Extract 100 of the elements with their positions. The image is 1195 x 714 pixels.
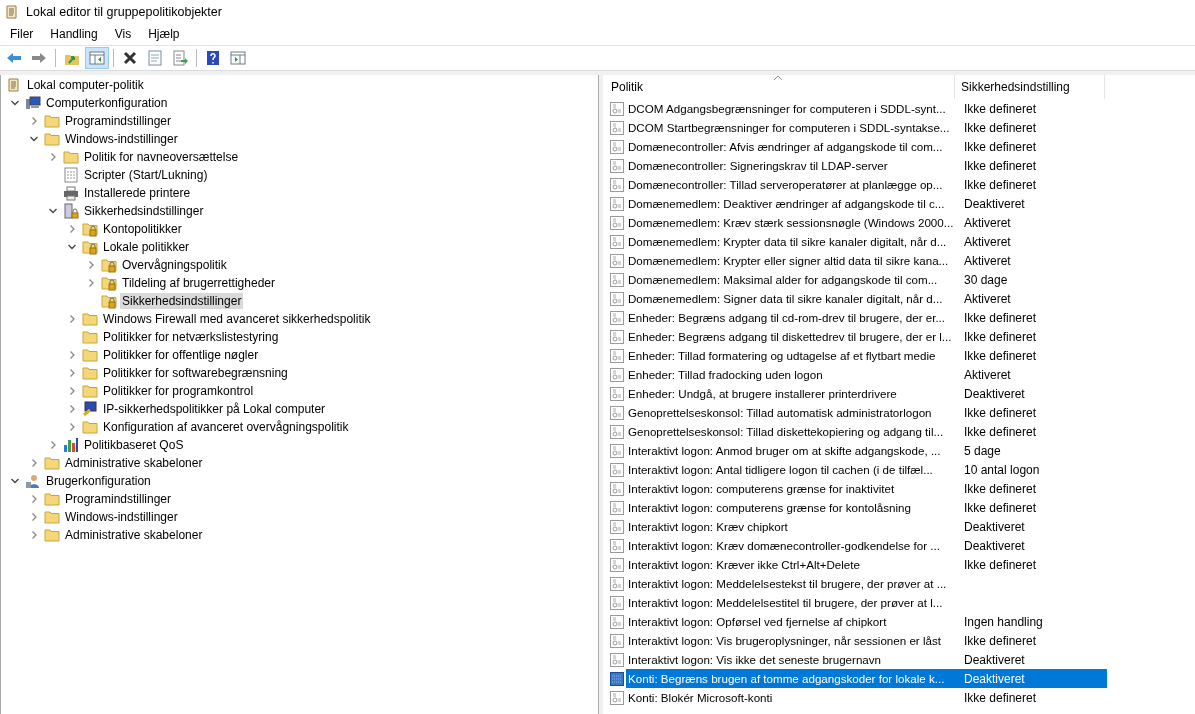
tree-item[interactable]: Politikker for netværkslistestyring xyxy=(101,329,281,345)
chevron-right-icon[interactable] xyxy=(67,422,77,432)
policy-row[interactable]: Domænecontroller: Signeringskrav til LDAP-server Ikke defineret xyxy=(626,156,1107,175)
chevron-right-icon[interactable] xyxy=(48,440,58,450)
folder-icon xyxy=(44,509,60,525)
folder-icon xyxy=(82,419,98,435)
chevron-right-icon[interactable] xyxy=(67,386,77,396)
tree-item[interactable]: Overvågningspolitik xyxy=(120,257,229,273)
tree-toggle-button[interactable] xyxy=(85,47,109,69)
policy-row[interactable]: Genoprettelseskonsol: Tillad automatisk administratorlogon Ikke defineret xyxy=(626,403,1107,422)
tree-item[interactable]: Administrative skabeloner xyxy=(63,455,205,471)
chevron-down-icon[interactable] xyxy=(48,206,58,216)
chevron-right-icon[interactable] xyxy=(29,116,39,126)
chevron-right-icon[interactable] xyxy=(29,458,39,468)
policy-name: Domænecontroller: Tillad serveroperatører at planlægge op... xyxy=(627,178,944,191)
policy-icon xyxy=(609,670,625,687)
tree-item[interactable]: Programindstillinger xyxy=(63,491,174,507)
policy-row[interactable]: Interaktivt logon: Kræver ikke Ctrl+Alt+Delete Ikke defineret xyxy=(626,555,1107,574)
tree-item[interactable]: Windows-indstillinger xyxy=(63,509,180,525)
tree-item[interactable]: Windows Firewall med avanceret sikkerhedspolitik xyxy=(101,311,373,327)
policy-row[interactable]: Interaktivt logon: Kræv chipkort Deaktiveret xyxy=(626,517,1107,536)
chevron-right-icon[interactable] xyxy=(67,404,77,414)
policy-row[interactable]: Enheder: Tillad formatering og udtagelse af et flytbart medie Ikke defineret xyxy=(626,346,1107,365)
policy-name: Interaktivt logon: Kræv chipkort xyxy=(627,520,789,533)
policy-setting: Ikke defineret xyxy=(963,500,1037,515)
policy-icon xyxy=(609,138,625,155)
tree-item[interactable]: Politikker for offentlige nøgler xyxy=(101,347,261,363)
policy-row[interactable]: Domænemedlem: Signer data til sikre kanaler digitalt, når d... Aktiveret xyxy=(626,289,1107,308)
policy-row[interactable]: Interaktivt logon: Opførsel ved fjernelse af chipkort Ingen handling xyxy=(626,612,1107,631)
chevron-right-icon[interactable] xyxy=(48,152,58,162)
tree-item[interactable]: Lokale politikker xyxy=(101,239,192,255)
menu-item[interactable]: Vis xyxy=(108,25,139,43)
policy-row[interactable]: Domænecontroller: Tillad serveroperatører at planlægge op... Ikke defineret xyxy=(626,175,1107,194)
policy-row[interactable]: Interaktivt logon: Vis brugeroplysninger, når sessionen er låst Ikke defineret xyxy=(626,631,1107,650)
policy-row[interactable]: Enheder: Undgå, at brugere installerer printerdrivere Deaktiveret xyxy=(626,384,1107,403)
chevron-right-icon[interactable] xyxy=(67,350,77,360)
policy-row[interactable]: Interaktivt logon: Vis ikke det seneste brugernavn Deaktiveret xyxy=(626,650,1107,669)
policy-name: Domænemedlem: Deaktiver ændringer af adgangskode til c... xyxy=(627,197,946,210)
chevron-right-icon[interactable] xyxy=(86,278,96,288)
tree-item[interactable]: Computerkonfiguration xyxy=(44,95,170,111)
policy-row[interactable]: Enheder: Begræns adgang til diskettedrev til brugere, der er l... Ikke defineret xyxy=(626,327,1107,346)
chevron-down-icon[interactable] xyxy=(29,134,39,144)
forward-arrow-icon xyxy=(31,50,47,66)
column-header[interactable]: Sikkerhedsindstilling xyxy=(955,75,1105,99)
tree-item[interactable]: Scripter (Start/Lukning) xyxy=(82,167,210,183)
policy-row[interactable]: Interaktivt logon: computerens grænse for inaktivitet Ikke defineret xyxy=(626,479,1107,498)
chevron-right-icon[interactable] xyxy=(29,512,39,522)
policy-row[interactable]: Enheder: Tillad fradocking uden logon Aktiveret xyxy=(626,365,1107,384)
tree-item[interactable]: Tildeling af brugerrettigheder xyxy=(120,275,277,291)
policy-row[interactable]: DCOM Startbegrænsninger for computeren i SDDL-syntakse... Ikke defineret xyxy=(626,118,1107,137)
tree-item[interactable]: Politikker for softwarebegrænsning xyxy=(101,365,290,381)
policy-row[interactable]: Interaktivt logon: Meddelelsestekst til brugere, der prøver at ... xyxy=(626,574,1107,593)
tree-item[interactable]: Politikker for programkontrol xyxy=(101,383,256,399)
chevron-right-icon[interactable] xyxy=(67,224,77,234)
menu-item[interactable]: Filer xyxy=(4,25,41,43)
policy-row[interactable]: Domænemedlem: Kræv stærk sessionsnøgle (Windows 2000... Aktiveret xyxy=(626,213,1107,232)
chevron-right-icon[interactable] xyxy=(67,314,77,324)
folder-icon xyxy=(82,329,98,345)
chevron-down-icon[interactable] xyxy=(10,98,20,108)
policy-setting: Ikke defineret xyxy=(963,177,1037,192)
policy-row[interactable]: DCOM Adgangsbegrænsninger for computeren i SDDL-synt... Ikke defineret xyxy=(626,99,1107,118)
menu-item[interactable]: Handling xyxy=(44,25,105,43)
policy-icon xyxy=(609,290,625,307)
tree-item[interactable]: Lokal computer-politik xyxy=(25,77,146,93)
tree-item[interactable]: Kontopolitikker xyxy=(101,221,184,237)
policy-row[interactable]: Interaktivt logon: Kræv domænecontroller-godkendelse for ... Deaktiveret xyxy=(626,536,1107,555)
tree-item[interactable]: Administrative skabeloner xyxy=(63,527,205,543)
policy-row[interactable]: Interaktivt logon: Meddelelsestitel til brugere, der prøver at l... xyxy=(626,593,1107,612)
tree-item[interactable]: Sikkerhedsindstillinger xyxy=(120,293,244,309)
tree-item[interactable]: Konfiguration af avanceret overvågningspolitik xyxy=(101,419,351,435)
policy-row[interactable]: Enheder: Begræns adgang til cd-rom-drev til brugere, der er... Ikke defineret xyxy=(626,308,1107,327)
chevron-right-icon[interactable] xyxy=(67,368,77,378)
tree-item[interactable]: Sikkerhedsindstillinger xyxy=(82,203,206,219)
chevron-right-icon[interactable] xyxy=(29,530,39,540)
policy-row[interactable]: Domænecontroller: Afvis ændringer af adgangskode til com... Ikke defineret xyxy=(626,137,1107,156)
tree-item[interactable]: Brugerkonfiguration xyxy=(44,473,153,489)
policy-row[interactable]: Konti: Begræns brugen af tomme adgangskoder for lokale k... Deaktiveret xyxy=(626,669,1107,688)
tree-item[interactable]: Installerede printere xyxy=(82,185,193,201)
policy-row[interactable]: Konti: Blokér Microsoft-konti Ikke defineret xyxy=(626,688,1107,707)
chevron-down-icon[interactable] xyxy=(10,476,20,486)
chevron-right-icon[interactable] xyxy=(86,260,96,270)
tree-item[interactable]: Programindstillinger xyxy=(63,113,174,129)
policy-row[interactable]: Interaktivt logon: Anmod bruger om at skifte adgangskode, ... 5 dage xyxy=(626,441,1107,460)
policy-row[interactable]: Genoprettelseskonsol: Tillad diskettekopiering og adgang til... Ikke defineret xyxy=(626,422,1107,441)
tree-item[interactable]: Politikbaseret QoS xyxy=(82,437,186,453)
column-header[interactable]: Politik xyxy=(605,75,955,99)
tree-item[interactable]: Windows-indstillinger xyxy=(63,131,180,147)
policy-row[interactable]: Domænemedlem: Deaktiver ændringer af adgangskode til c... Deaktiveret xyxy=(626,194,1107,213)
chevron-down-icon[interactable] xyxy=(67,242,77,252)
policy-row[interactable]: Domænemedlem: Maksimal alder for adgangskode til com... 30 dage xyxy=(626,270,1107,289)
policy-row[interactable]: Interaktivt logon: Antal tidligere logon til cachen (i de tilfæl... 10 antal logon xyxy=(626,460,1107,479)
policy-row[interactable]: Domænemedlem: Krypter data til sikre kanaler digitalt, når d... Aktiveret xyxy=(626,232,1107,251)
policy-row[interactable]: Domænemedlem: Krypter eller signer altid data til sikre kana... Aktiveret xyxy=(626,251,1107,270)
policy-row[interactable]: Interaktivt logon: computerens grænse for kontolåsning Ikke defineret xyxy=(626,498,1107,517)
policy-icon xyxy=(609,594,625,611)
chevron-right-icon[interactable] xyxy=(29,494,39,504)
menu-item[interactable]: Hjælp xyxy=(142,25,187,43)
tree-item[interactable]: Politik for navneoversættelse xyxy=(82,149,241,165)
tree-item[interactable]: IP-sikkerhedspolitikker på Lokal computer xyxy=(101,401,328,417)
policy-setting: Aktiveret xyxy=(963,291,1011,306)
